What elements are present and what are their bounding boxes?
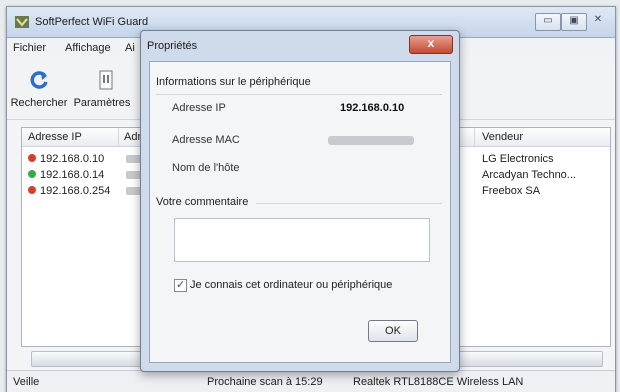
column-divider[interactable]	[118, 128, 119, 146]
column-divider[interactable]	[474, 128, 475, 146]
column-ip[interactable]: Adresse IP	[28, 131, 82, 143]
column-vendor[interactable]: Vendeur	[482, 131, 523, 143]
search-button-label: Rechercher	[10, 97, 68, 109]
known-device-checkbox[interactable]: ✓	[174, 279, 187, 292]
wifi-guard-app-icon	[15, 16, 29, 28]
menu-partial[interactable]: Ai	[125, 42, 135, 54]
dialog-close-button[interactable]: x	[409, 35, 453, 54]
ok-button[interactable]: OK	[368, 320, 418, 342]
status-bar: Veille Prochaine scan à 15:29 Realtek RT…	[7, 370, 615, 392]
status-state: Veille	[13, 376, 40, 388]
comment-heading: Votre commentaire	[156, 196, 249, 208]
close-button[interactable]: ✕	[587, 13, 609, 29]
status-dot-icon	[28, 186, 36, 194]
settings-icon	[99, 70, 113, 90]
comment-input[interactable]	[174, 218, 430, 262]
settings-button-label: Paramètres	[73, 97, 131, 109]
properties-dialog: Propriétés x Informations sur le périphé…	[140, 30, 460, 372]
status-next-scan: Prochaine scan à 15:29	[207, 376, 323, 388]
status-dot-icon	[28, 154, 36, 162]
ip-label: Adresse IP	[172, 102, 226, 114]
divider	[156, 94, 442, 95]
ok-button-label: OK	[385, 325, 401, 337]
close-icon: ✕	[593, 14, 603, 25]
menu-fichier[interactable]: Fichier	[13, 42, 46, 54]
maximize-button[interactable]: ▣	[561, 13, 587, 31]
close-icon: x	[427, 36, 435, 50]
minimize-button[interactable]: ▭	[535, 13, 561, 31]
row-ip: 192.168.0.254	[40, 185, 111, 197]
row-vendor: LG Electronics	[482, 153, 554, 165]
hostname-label: Nom de l'hôte	[172, 162, 240, 174]
refresh-icon	[30, 71, 48, 89]
search-button[interactable]: Rechercher	[9, 63, 69, 115]
settings-button[interactable]: Paramètres	[69, 63, 135, 115]
column-mac[interactable]: Adr	[124, 131, 141, 143]
row-ip: 192.168.0.10	[40, 153, 105, 165]
dialog-title: Propriétés	[147, 40, 198, 52]
row-vendor: Freebox SA	[482, 185, 541, 197]
row-ip: 192.168.0.14	[40, 169, 105, 181]
status-adapter: Realtek RTL8188CE Wireless LAN	[353, 376, 524, 388]
window-title: SoftPerfect WiFi Guard	[35, 16, 149, 28]
mac-label: Adresse MAC	[172, 134, 240, 146]
known-device-label: Je connais cet ordinateur ou périphériqu…	[190, 279, 393, 291]
ip-value: 192.168.0.10	[340, 102, 405, 114]
row-vendor: Arcadyan Techno...	[482, 169, 576, 181]
status-dot-icon	[28, 170, 36, 178]
checkmark-icon: ✓	[176, 279, 186, 291]
mac-value-redacted	[328, 136, 414, 145]
dialog-body: Informations sur le périphérique Adresse…	[149, 61, 451, 363]
divider	[256, 203, 442, 204]
maximize-icon: ▣	[569, 15, 579, 26]
device-info-heading: Informations sur le périphérique	[156, 76, 311, 88]
minimize-icon: ▭	[543, 15, 553, 26]
menu-affichage[interactable]: Affichage	[65, 42, 111, 54]
